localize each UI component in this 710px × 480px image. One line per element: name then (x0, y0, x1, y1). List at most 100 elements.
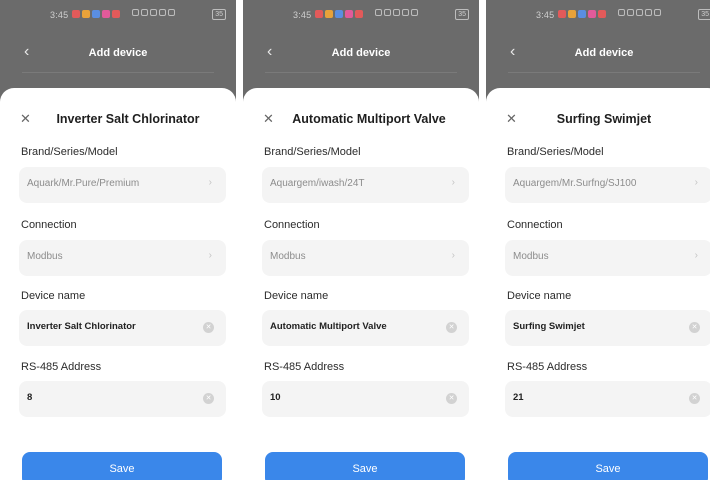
system-icon (645, 9, 652, 16)
battery-icon: 35 (455, 9, 469, 20)
notification-icon (92, 10, 100, 18)
signal-icon (654, 9, 661, 16)
device-name-value: Inverter Salt Chlorinator (27, 321, 136, 332)
save-button[interactable]: Save (265, 452, 465, 480)
status-bar: 3:45 35 (243, 0, 479, 28)
signal-icon (411, 9, 418, 16)
brand-select[interactable]: Aquark/Mr.Pure/Premium › (19, 167, 226, 203)
notification-icon (102, 10, 110, 18)
address-value: 21 (513, 392, 524, 403)
bottom-sheet: ✕ Automatic Multiport Valve Brand/Series… (243, 88, 479, 480)
notification-icon (355, 10, 363, 18)
notification-icon (335, 10, 343, 18)
connection-select[interactable]: Modbus › (262, 240, 469, 276)
address-value: 8 (27, 392, 33, 403)
notification-icon (112, 10, 120, 18)
nav-title: Add device (331, 47, 391, 59)
connection-value: Modbus (27, 251, 63, 262)
clear-icon[interactable]: ✕ (203, 322, 214, 333)
brand-label: Brand/Series/Model (507, 146, 604, 158)
connection-label: Connection (21, 219, 77, 231)
address-input[interactable]: 10 ✕ (262, 381, 469, 417)
brand-label: Brand/Series/Model (264, 146, 361, 158)
device-name-label: Device name (264, 290, 329, 302)
system-icon (141, 9, 148, 16)
notification-icon (558, 10, 566, 18)
clear-icon[interactable]: ✕ (446, 393, 457, 404)
status-time: 3:45 (536, 10, 555, 20)
clear-icon[interactable]: ✕ (203, 393, 214, 404)
chevron-right-icon: › (208, 250, 212, 261)
system-icon (402, 9, 409, 16)
notification-icon (72, 10, 80, 18)
address-input[interactable]: 21 ✕ (505, 381, 710, 417)
chevron-right-icon: › (451, 250, 455, 261)
nav-divider (22, 72, 214, 73)
nav-divider (508, 72, 700, 73)
connection-label: Connection (507, 219, 563, 231)
address-label: RS-485 Address (507, 361, 588, 373)
notification-icon (315, 10, 323, 18)
device-name-value: Automatic Multiport Valve (270, 321, 387, 332)
chevron-right-icon: › (451, 177, 455, 188)
sheet-title: Surfing Swimjet (556, 112, 652, 126)
address-label: RS-485 Address (264, 361, 345, 373)
connection-value: Modbus (270, 251, 306, 262)
clear-icon[interactable]: ✕ (446, 322, 457, 333)
status-time: 3:45 (293, 10, 312, 20)
sheet-title: Automatic Multiport Valve (292, 112, 446, 126)
system-icon (618, 9, 625, 16)
connection-select[interactable]: Modbus › (505, 240, 710, 276)
notification-icon (578, 10, 586, 18)
device-name-input[interactable]: Automatic Multiport Valve ✕ (262, 310, 469, 346)
phone-screen-1: 3:45 35 ‹ Add device ✕ Inverter Salt Chl… (0, 0, 236, 480)
connection-select[interactable]: Modbus › (19, 240, 226, 276)
nav-bar: ‹ Add device (0, 38, 236, 73)
sheet-header: ✕ Automatic Multiport Valve (243, 110, 479, 130)
sheet-header: ✕ Surfing Swimjet (486, 110, 710, 130)
brand-value: Aquargem/Mr.Surfng/SJ100 (513, 178, 637, 189)
chevron-right-icon: › (694, 250, 698, 261)
system-icon (132, 9, 139, 16)
bottom-sheet: ✕ Inverter Salt Chlorinator Brand/Series… (0, 88, 236, 480)
address-input[interactable]: 8 ✕ (19, 381, 226, 417)
phone-screen-3: 3:45 35 ‹ Add device ✕ Surfing Swimjet B… (486, 0, 710, 480)
signal-icon (168, 9, 175, 16)
device-name-input[interactable]: Surfing Swimjet ✕ (505, 310, 710, 346)
sheet-header: ✕ Inverter Salt Chlorinator (0, 110, 236, 130)
address-value: 10 (270, 392, 281, 403)
system-icon (393, 9, 400, 16)
notification-icon (588, 10, 596, 18)
clear-icon[interactable]: ✕ (689, 322, 700, 333)
brand-select[interactable]: Aquargem/Mr.Surfng/SJ100 › (505, 167, 710, 203)
bottom-sheet: ✕ Surfing Swimjet Brand/Series/Model Aqu… (486, 88, 710, 480)
screens-row: 3:45 35 ‹ Add device ✕ Inverter Salt Chl… (0, 0, 710, 480)
notification-icons (558, 10, 606, 18)
system-icons (375, 9, 418, 16)
system-icon (384, 9, 391, 16)
nav-divider (265, 72, 457, 73)
save-button[interactable]: Save (508, 452, 708, 480)
system-icon (150, 9, 157, 16)
save-button[interactable]: Save (22, 452, 222, 480)
system-icon (375, 9, 382, 16)
status-bar: 3:45 35 (0, 0, 236, 28)
notification-icons (72, 10, 120, 18)
notification-icon (598, 10, 606, 18)
status-time: 3:45 (50, 10, 69, 20)
connection-label: Connection (264, 219, 320, 231)
sheet-title: Inverter Salt Chlorinator (56, 112, 200, 126)
system-icon (636, 9, 643, 16)
device-name-value: Surfing Swimjet (513, 321, 585, 332)
system-icon (159, 9, 166, 16)
system-icons (132, 9, 175, 16)
connection-value: Modbus (513, 251, 549, 262)
notification-icon (82, 10, 90, 18)
brand-select[interactable]: Aquargem/iwash/24T › (262, 167, 469, 203)
notification-icon (568, 10, 576, 18)
clear-icon[interactable]: ✕ (689, 393, 700, 404)
brand-value: Aquargem/iwash/24T (270, 178, 365, 189)
nav-title: Add device (88, 47, 148, 59)
brand-value: Aquark/Mr.Pure/Premium (27, 178, 140, 189)
device-name-input[interactable]: Inverter Salt Chlorinator ✕ (19, 310, 226, 346)
